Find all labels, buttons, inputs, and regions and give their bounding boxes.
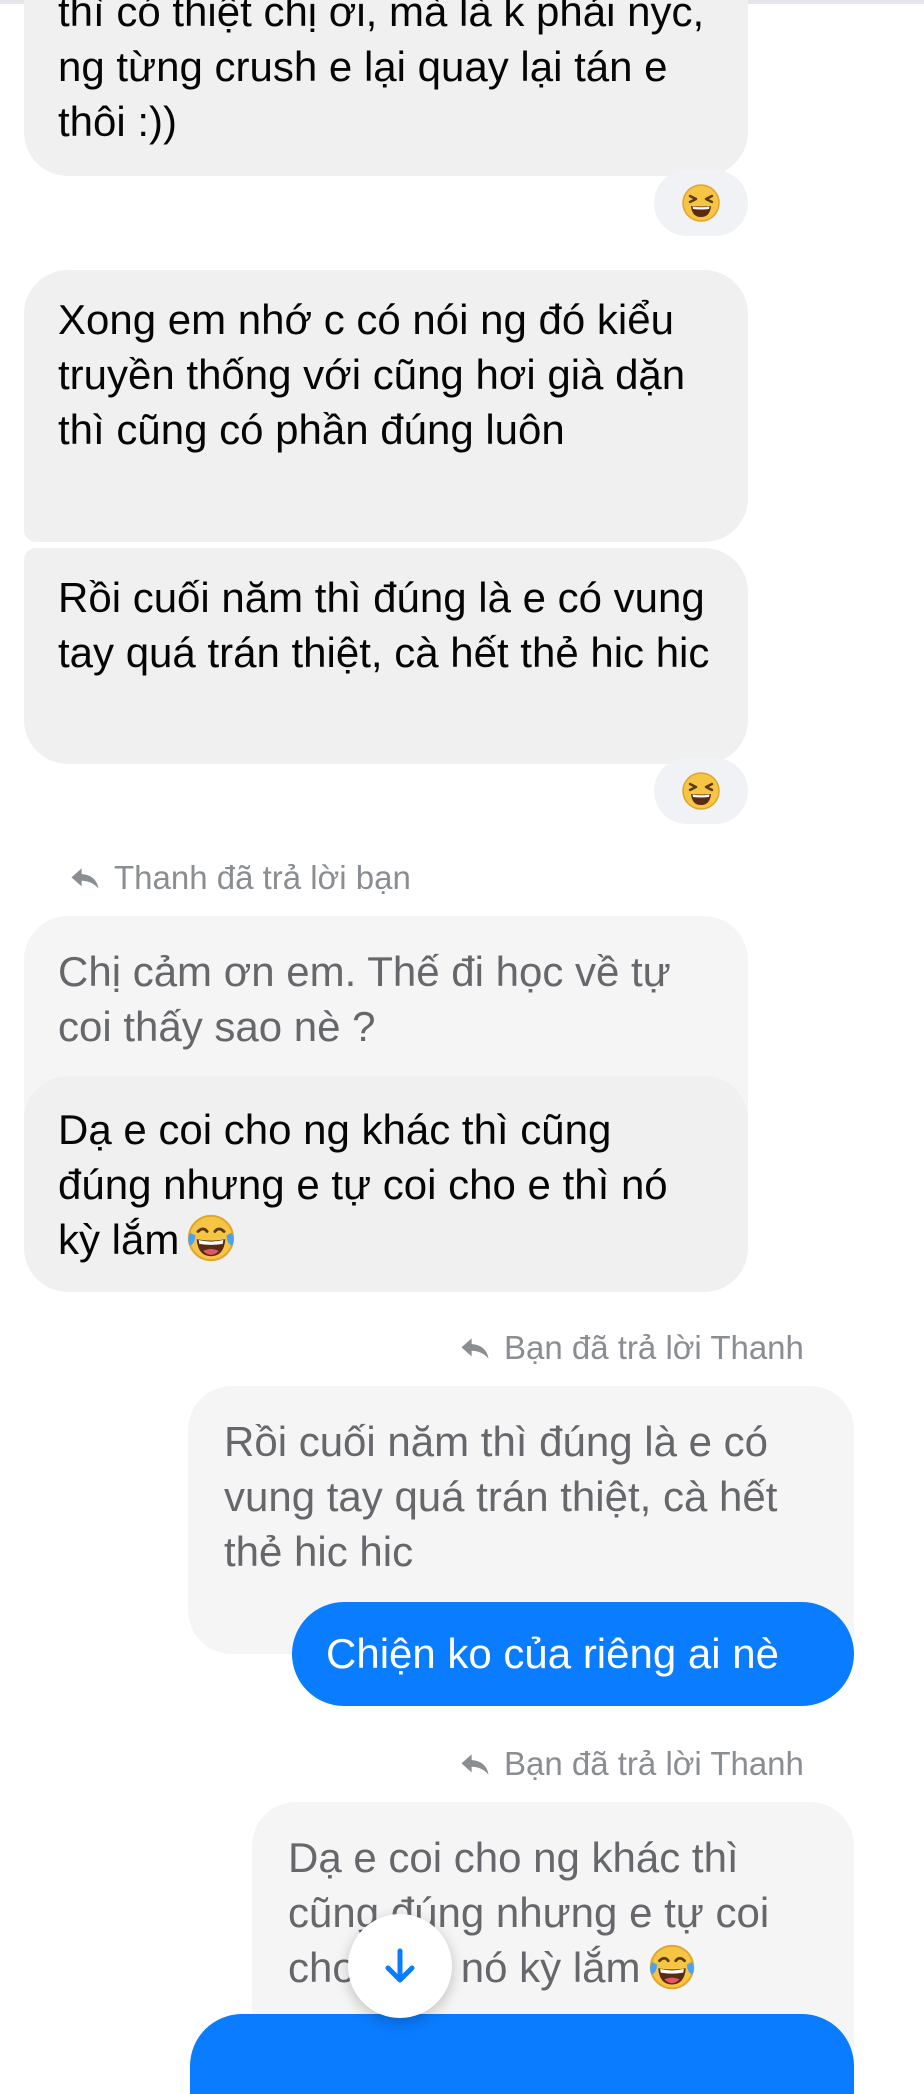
quoted-message-text: Rồi cuối năm thì đúng là e có vung tay q…	[224, 1418, 778, 1575]
reply-indicator: Thanh đã trả lời bạn	[68, 858, 411, 898]
message-text: Rồi cuối năm thì đúng là e có vung tay q…	[58, 574, 710, 676]
message-outgoing-2[interactable]	[190, 2014, 854, 2094]
reply-indicator: Bạn đã trả lời Thanh	[458, 1744, 804, 1784]
message-incoming-2[interactable]: Xong em nhớ c có nói ng đó kiểu truyền t…	[24, 270, 748, 542]
reply-arrow-icon	[68, 865, 102, 892]
message-incoming-1[interactable]: thì có thiệt chị ơi, mà là k phải nyc, n…	[24, 0, 748, 176]
reply-arrow-icon	[458, 1335, 492, 1362]
laughing-emoji-icon	[681, 771, 721, 811]
message-text: Chiện ko của riêng ai nè	[326, 1630, 779, 1677]
message-text: Dạ e coi cho ng khác thì cũng đúng nhưng…	[58, 1106, 668, 1263]
reply-indicator-text: Bạn đã trả lời Thanh	[504, 1329, 804, 1366]
scroll-to-bottom-button[interactable]	[348, 1914, 452, 2018]
reply-indicator-text: Thanh đã trả lời bạn	[114, 859, 411, 896]
tears-of-joy-emoji-icon	[185, 1212, 237, 1264]
message-incoming-3[interactable]: Rồi cuối năm thì đúng là e có vung tay q…	[24, 548, 748, 764]
arrow-down-icon	[385, 1948, 415, 1983]
reaction-badge[interactable]	[654, 758, 748, 824]
reply-arrow-icon	[458, 1751, 492, 1778]
laughing-emoji-icon	[681, 183, 721, 223]
message-text: Xong em nhớ c có nói ng đó kiểu truyền t…	[58, 296, 686, 453]
message-text: thì có thiệt chị ơi, mà là k phải nyc, n…	[58, 0, 705, 145]
message-outgoing-1[interactable]: Chiện ko của riêng ai nè	[292, 1602, 854, 1706]
quoted-message-text: Chị cảm ơn em. Thế đi học về tự coi thấy…	[58, 948, 671, 1050]
reply-indicator: Bạn đã trả lời Thanh	[458, 1328, 804, 1368]
message-incoming-4[interactable]: Dạ e coi cho ng khác thì cũng đúng nhưng…	[24, 1076, 748, 1292]
reaction-badge[interactable]	[654, 170, 748, 236]
tears-of-joy-emoji-icon	[647, 1942, 697, 1992]
reply-indicator-text: Bạn đã trả lời Thanh	[504, 1745, 804, 1782]
